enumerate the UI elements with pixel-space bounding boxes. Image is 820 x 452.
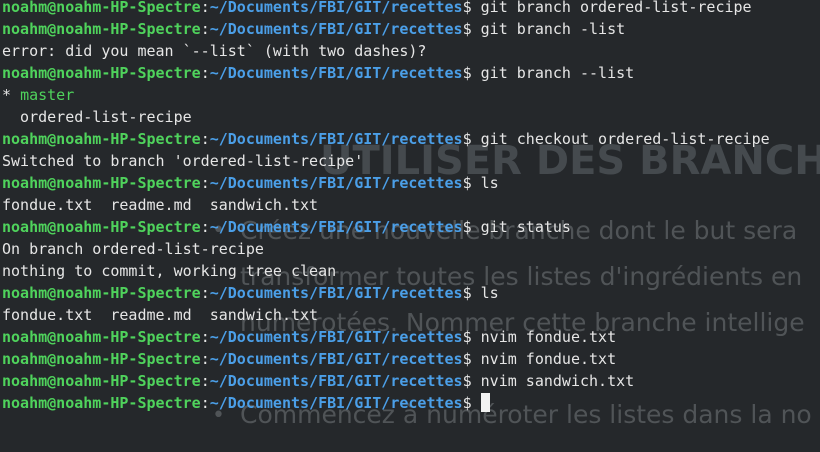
prompt-user: noahm@noahm-HP-Spectre: [2, 64, 201, 82]
prompt-path: ~/Documents/FBI/GIT/recettes: [209, 284, 463, 302]
output-text: ordered-list-recipe: [2, 108, 192, 126]
prompt-line: noahm@noahm-HP-Spectre:~/Documents/FBI/G…: [2, 62, 820, 84]
prompt-user: noahm@noahm-HP-Spectre: [2, 394, 201, 412]
output-text: Switched to branch 'ordered-list-recipe': [2, 152, 364, 170]
command-text: git status: [471, 218, 571, 236]
terminal-output[interactable]: noahm@noahm-HP-Spectre:~/Documents/FBI/G…: [0, 0, 820, 448]
command-text: nvim sandwich.txt: [471, 372, 635, 390]
prompt-user: noahm@noahm-HP-Spectre: [2, 284, 201, 302]
command-text: git branch -list: [471, 20, 626, 38]
output-line: fondue.txt readme.md sandwich.txt: [2, 194, 820, 216]
prompt-symbol: $: [462, 394, 472, 412]
prompt-symbol: $: [462, 218, 472, 236]
prompt-user: noahm@noahm-HP-Spectre: [2, 218, 201, 236]
prompt-line: noahm@noahm-HP-Spectre:~/Documents/FBI/G…: [2, 18, 820, 40]
prompt-path: ~/Documents/FBI/GIT/recettes: [209, 64, 463, 82]
current-branch-marker: *: [2, 86, 21, 104]
output-line: error: did you mean `--list` (with two d…: [2, 40, 820, 62]
command-text: git checkout ordered-list-recipe: [471, 130, 770, 148]
prompt-line: noahm@noahm-HP-Spectre:~/Documents/FBI/G…: [2, 370, 820, 392]
prompt-path: ~/Documents/FBI/GIT/recettes: [209, 350, 463, 368]
prompt-symbol: $: [462, 350, 472, 368]
prompt-separator: :: [200, 130, 210, 148]
prompt-symbol: $: [462, 64, 472, 82]
prompt-symbol: $: [462, 284, 472, 302]
prompt-line: noahm@noahm-HP-Spectre:~/Documents/FBI/G…: [2, 392, 820, 414]
command-text: nvim fondue.txt: [471, 328, 617, 346]
output-line: ordered-list-recipe: [2, 106, 820, 128]
prompt-separator: :: [200, 0, 210, 16]
output-text: fondue.txt readme.md sandwich.txt: [2, 306, 319, 324]
prompt-line: noahm@noahm-HP-Spectre:~/Documents/FBI/G…: [2, 216, 820, 238]
command-text: [472, 394, 481, 412]
prompt-symbol: $: [462, 0, 472, 16]
prompt-user: noahm@noahm-HP-Spectre: [2, 174, 201, 192]
prompt-separator: :: [200, 350, 210, 368]
output-line: fondue.txt readme.md sandwich.txt: [2, 304, 820, 326]
command-text: git branch ordered-list-recipe: [471, 0, 752, 16]
output-line: * master: [2, 84, 820, 106]
prompt-line: noahm@noahm-HP-Spectre:~/Documents/FBI/G…: [2, 326, 820, 348]
prompt-symbol: $: [462, 372, 472, 390]
prompt-symbol: $: [462, 328, 472, 346]
prompt-line: noahm@noahm-HP-Spectre:~/Documents/FBI/G…: [2, 128, 820, 150]
prompt-separator: :: [200, 284, 210, 302]
prompt-separator: :: [200, 174, 210, 192]
prompt-line: noahm@noahm-HP-Spectre:~/Documents/FBI/G…: [2, 282, 820, 304]
prompt-separator: :: [200, 218, 210, 236]
prompt-path: ~/Documents/FBI/GIT/recettes: [209, 372, 463, 390]
text-cursor[interactable]: [480, 393, 490, 412]
output-line: Switched to branch 'ordered-list-recipe': [2, 150, 820, 172]
prompt-user: noahm@noahm-HP-Spectre: [2, 328, 201, 346]
output-text: fondue.txt readme.md sandwich.txt: [2, 196, 319, 214]
output-text: nothing to commit, working tree clean: [2, 262, 337, 280]
prompt-separator: :: [200, 372, 210, 390]
prompt-path: ~/Documents/FBI/GIT/recettes: [209, 328, 463, 346]
prompt-user: noahm@noahm-HP-Spectre: [2, 350, 201, 368]
prompt-user: noahm@noahm-HP-Spectre: [2, 20, 201, 38]
prompt-path: ~/Documents/FBI/GIT/recettes: [209, 218, 463, 236]
prompt-user: noahm@noahm-HP-Spectre: [2, 0, 201, 16]
command-text: ls: [471, 284, 499, 302]
prompt-path: ~/Documents/FBI/GIT/recettes: [209, 394, 463, 412]
prompt-user: noahm@noahm-HP-Spectre: [2, 130, 201, 148]
prompt-line: noahm@noahm-HP-Spectre:~/Documents/FBI/G…: [2, 172, 820, 194]
output-text: error: did you mean `--list` (with two d…: [2, 42, 427, 60]
output-line: On branch ordered-list-recipe: [2, 238, 820, 260]
prompt-symbol: $: [462, 20, 472, 38]
prompt-path: ~/Documents/FBI/GIT/recettes: [209, 20, 463, 38]
prompt-path: ~/Documents/FBI/GIT/recettes: [209, 0, 463, 16]
prompt-separator: :: [200, 20, 210, 38]
command-text: ls: [471, 174, 499, 192]
prompt-line: noahm@noahm-HP-Spectre:~/Documents/FBI/G…: [2, 0, 820, 18]
prompt-separator: :: [200, 394, 210, 412]
screen: UTILISER DES BRANCHE • Créez une nouvell…: [0, 0, 820, 452]
prompt-symbol: $: [462, 130, 472, 148]
prompt-user: noahm@noahm-HP-Spectre: [2, 372, 201, 390]
prompt-line: noahm@noahm-HP-Spectre:~/Documents/FBI/G…: [2, 348, 820, 370]
prompt-separator: :: [200, 328, 210, 346]
prompt-symbol: $: [462, 174, 472, 192]
prompt-separator: :: [200, 64, 210, 82]
output-line: nothing to commit, working tree clean: [2, 260, 820, 282]
prompt-path: ~/Documents/FBI/GIT/recettes: [209, 130, 463, 148]
command-text: nvim fondue.txt: [471, 350, 617, 368]
current-branch-name: master: [20, 86, 75, 104]
command-text: git branch --list: [471, 64, 635, 82]
output-text: On branch ordered-list-recipe: [2, 240, 264, 258]
prompt-path: ~/Documents/FBI/GIT/recettes: [209, 174, 463, 192]
